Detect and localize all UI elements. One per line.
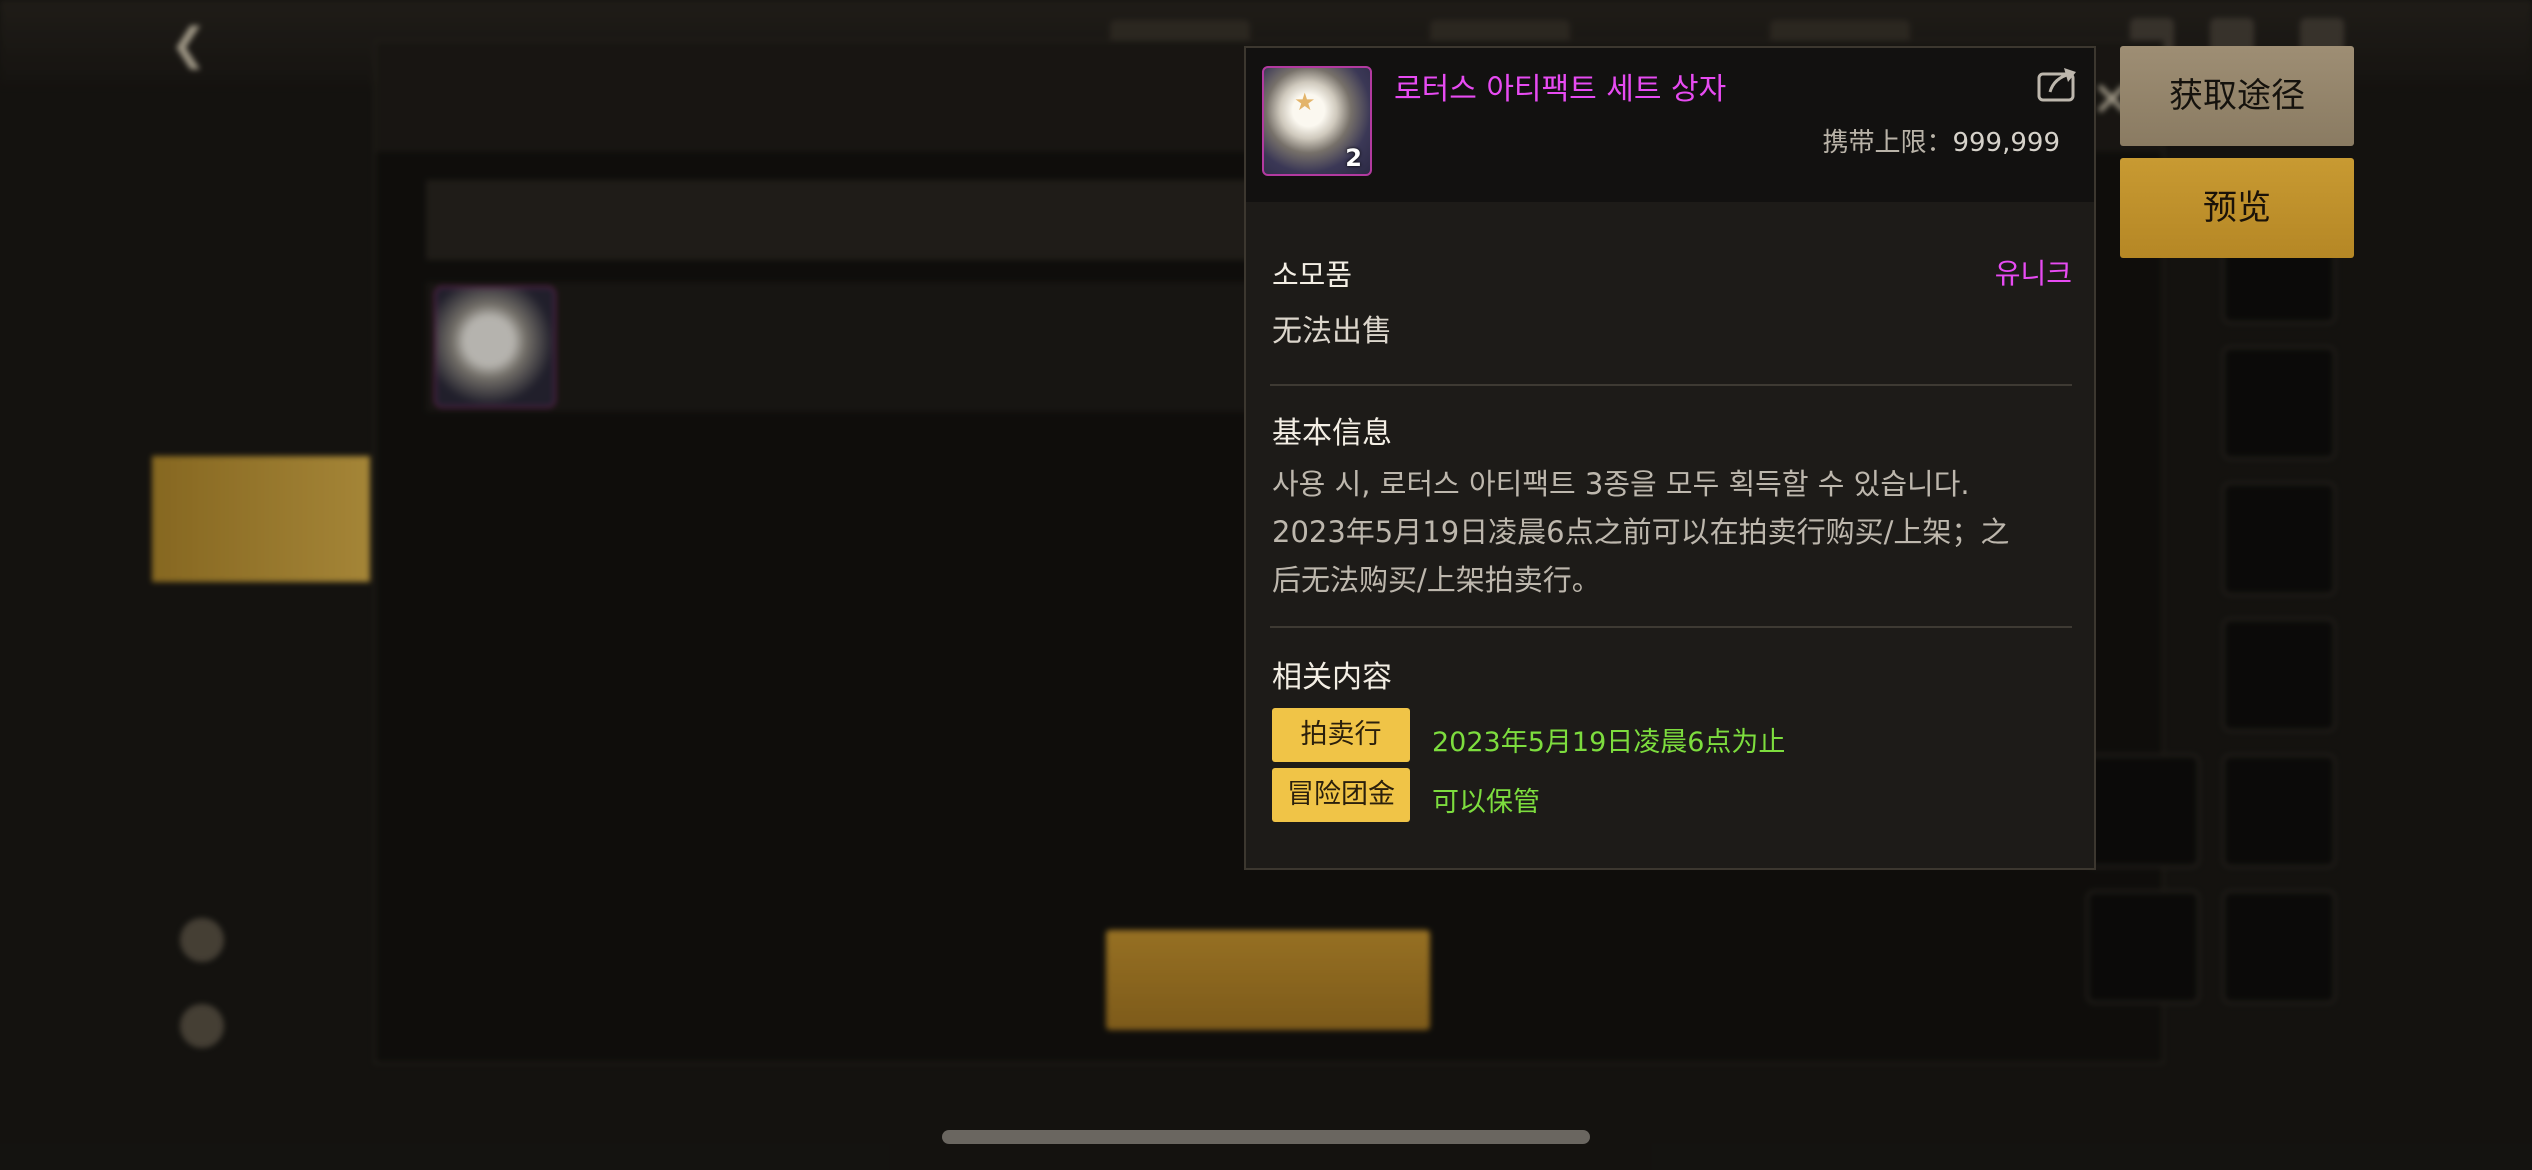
related-content-title: 相关内容 [1272,660,1392,695]
description-line: 后无法购买/上架拍卖行。 [1272,563,1601,597]
description-line: 2023年5月19日凌晨6点之前可以在拍卖行购买/上架；之 [1272,515,2010,549]
star-icon: ★ [1294,88,1316,116]
carry-limit-label: 携带上限： [1822,128,1953,158]
carry-limit-value: 999,999 [1952,128,2060,158]
divider [1270,384,2072,386]
item-tooltip: ★ 2 로터스 아티팩트 세트 상자 携带上限：999,999 소모품 유니크 … [1244,46,2096,870]
share-icon[interactable] [2036,64,2080,104]
auction-house-tag: 拍卖行 [1272,708,1410,762]
divider [1270,626,2072,628]
carry-limit: 携带上限：999,999 [1822,122,2060,159]
item-rarity: 유니크 [1994,257,2072,290]
item-type: 소모품 [1272,258,1353,292]
item-name: 로터스 아티팩트 세트 상자 [1394,72,1727,107]
sell-status: 无法出售 [1272,314,1392,349]
tooltip-header: ★ 2 로터스 아티팩트 세트 상자 携带上限：999,999 [1246,48,2094,202]
home-indicator[interactable] [942,1130,1590,1144]
basic-info-title: 基本信息 [1272,416,1392,451]
item-description: 사용 시, 로터스 아티팩트 3종을 모두 획득할 수 있습니다. 2023年5… [1272,460,2072,604]
item-box-icon: ★ 2 [1262,66,1372,176]
auction-house-note: 2023年5月19日凌晨6点为止 [1432,727,1786,758]
guild-bank-tag: 冒险团金 [1272,768,1410,822]
preview-button[interactable]: 预览 [2120,158,2354,258]
description-line: 사용 시, 로터스 아티팩트 3종을 모두 획득할 수 있습니다. [1272,467,1970,501]
guild-bank-note: 可以保管 [1432,787,1540,818]
item-count: 2 [1345,144,1362,172]
acquire-source-button[interactable]: 获取途径 [2120,46,2354,146]
